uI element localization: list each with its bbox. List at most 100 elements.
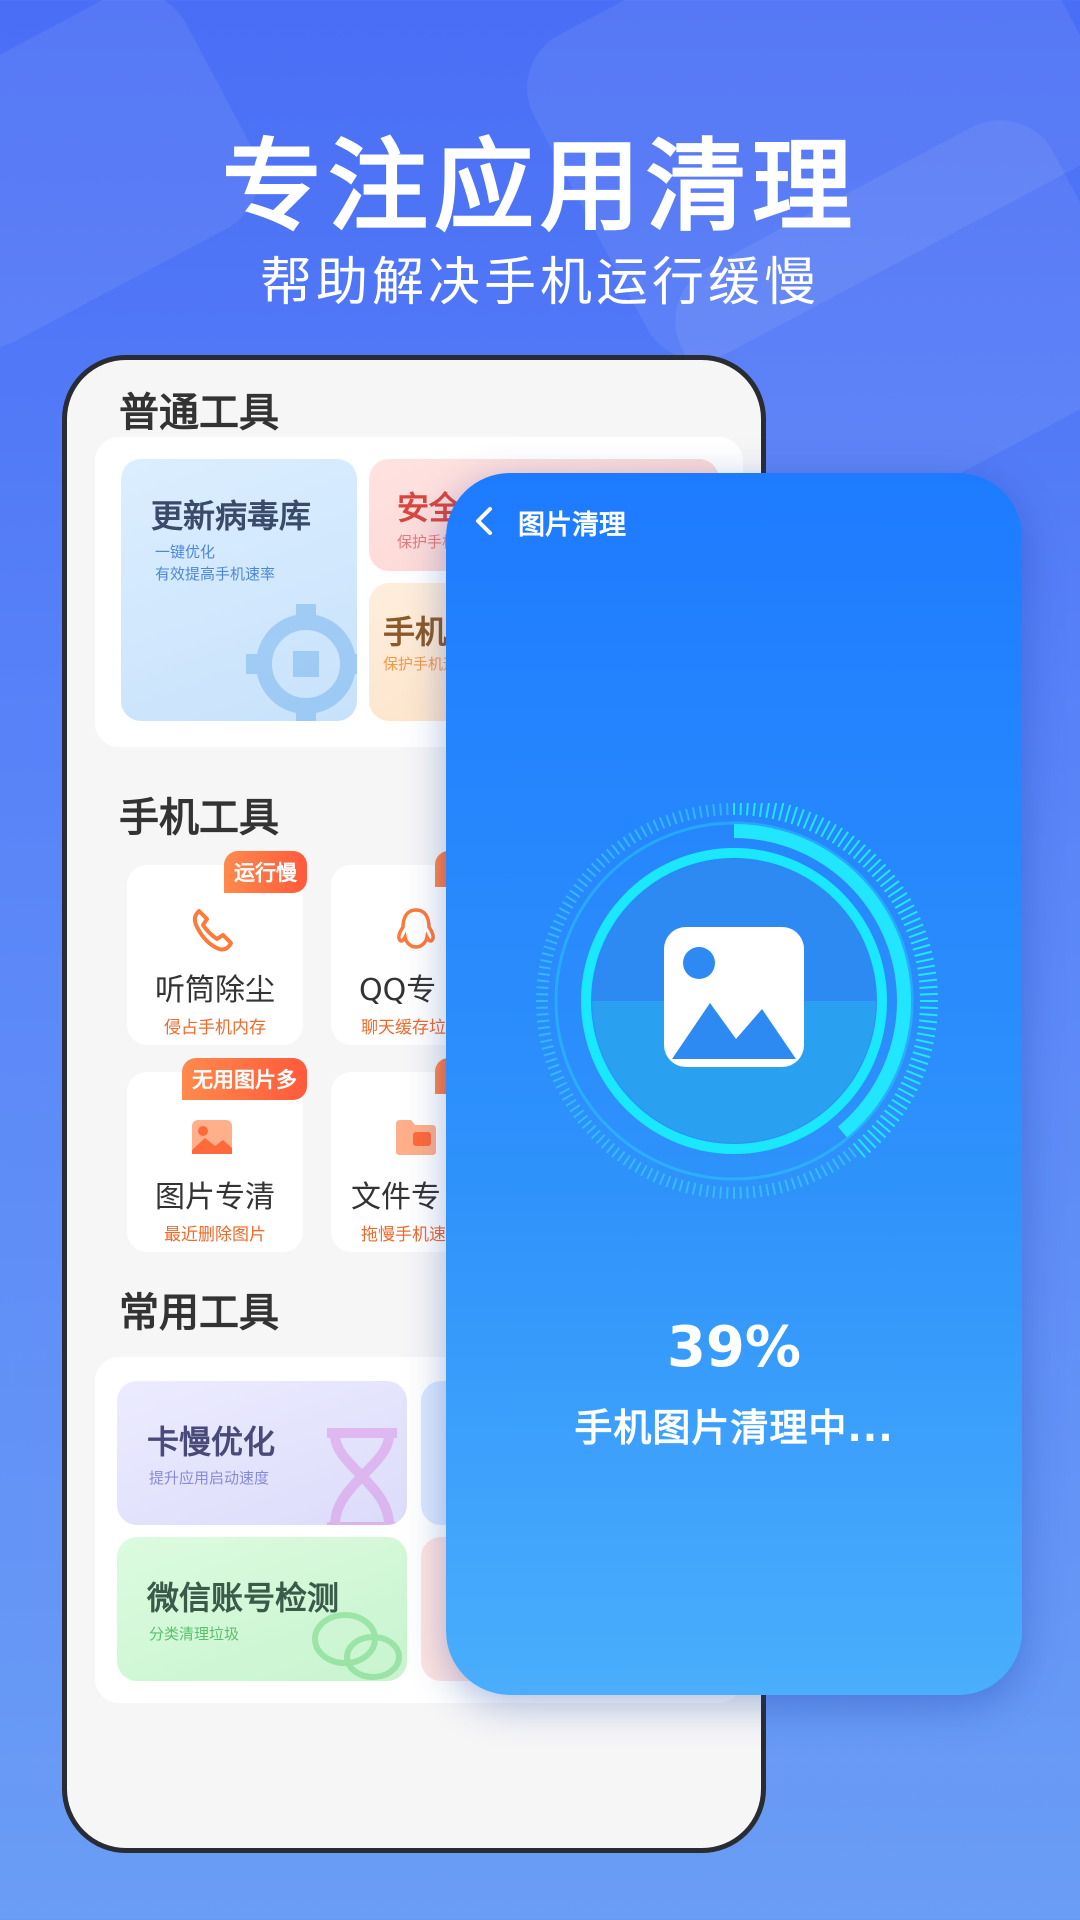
progress-tick (569, 1104, 581, 1113)
progress-tick (611, 1146, 621, 1158)
progress-tick (616, 1150, 626, 1162)
progress-tick (900, 1081, 918, 1092)
progress-tick (540, 958, 553, 964)
progress-tick (908, 930, 927, 939)
progress-tick (765, 803, 770, 818)
progress-tick (600, 853, 611, 864)
progress-percent: 39% (666, 1315, 802, 1380)
progress-tick (705, 804, 710, 817)
progress-tick (712, 1185, 716, 1199)
progress-tick (831, 1158, 840, 1170)
progress-tick (784, 1179, 790, 1192)
progress-tick (543, 945, 556, 951)
image-clean-tool[interactable]: 无用图片多 图片专清 最近删除图片 (127, 1058, 307, 1252)
progress-tick (778, 1181, 783, 1194)
progress-tick (545, 938, 558, 945)
status-badge: 运行慢 (224, 851, 307, 893)
progress-tick (900, 910, 918, 921)
progress-tick (826, 823, 837, 841)
progress-tick (712, 803, 716, 817)
progress-tick (622, 836, 631, 848)
progress-tick (558, 907, 571, 915)
earpiece-dust-tool[interactable]: 运行慢 听筒除尘 侵占手机内存 (127, 851, 307, 1045)
progress-tick (897, 1087, 915, 1098)
progress-tick (790, 1177, 797, 1190)
progress-tick (918, 1019, 937, 1024)
progress-tick (565, 895, 577, 904)
tool-subtitle: 侵占手机内存 (164, 1018, 266, 1038)
progress-tick (605, 848, 616, 860)
progress-status: 手机图片清理中... (574, 1406, 894, 1450)
overlay-title: 图片清理 (518, 510, 626, 541)
gear-icon (246, 604, 357, 721)
progress-tick (671, 1177, 678, 1190)
progress-tick (910, 937, 929, 945)
chevron-left-icon[interactable] (464, 501, 504, 541)
progress-tick (541, 1045, 554, 1050)
progress-tick (600, 1138, 611, 1149)
progress-tick (562, 1093, 574, 1101)
progress-tick (536, 1012, 549, 1016)
progress-tick (752, 803, 756, 817)
progress-tick (719, 803, 723, 816)
progress-tick (837, 1154, 846, 1166)
progress-tick (640, 825, 648, 838)
progress-tick (658, 1173, 666, 1185)
progress-tick (894, 898, 912, 909)
progress-tick (808, 814, 818, 832)
progress-tick (745, 1186, 749, 1199)
progress-tick (758, 803, 763, 817)
progress-tick (550, 925, 562, 933)
progress-tick (640, 1164, 648, 1177)
hero-subtitle: 帮助解决手机运行缓慢 (259, 253, 820, 313)
progress-tick (555, 1081, 568, 1089)
progress-tick (820, 1164, 828, 1177)
progress-tick (678, 1179, 684, 1192)
progress-tick (765, 1184, 770, 1197)
progress-tick (752, 1185, 756, 1199)
progress-tick (897, 904, 915, 915)
wechat-icon (312, 1612, 402, 1680)
progress-tick (541, 952, 554, 957)
progress-tick (590, 862, 601, 873)
progress-tick (537, 1025, 550, 1030)
progress-tick (536, 1019, 550, 1023)
progress-tick (771, 1182, 777, 1195)
progress-tick (586, 867, 597, 878)
progress-tick (771, 803, 778, 820)
progress-tick (903, 1075, 921, 1085)
progress-tick (917, 964, 936, 970)
progress-tick (910, 1057, 929, 1065)
progress-tick (917, 1032, 936, 1038)
progress-tick (595, 1134, 606, 1145)
tool-subtitle: 最近删除图片 (164, 1225, 266, 1245)
image-icon (664, 927, 804, 1067)
progress-tick (915, 957, 934, 964)
progress-tick (903, 917, 921, 927)
progress-tick (698, 805, 703, 818)
progress-tick (634, 1161, 642, 1173)
progress-tick (581, 872, 593, 883)
progress-tick (665, 1175, 672, 1188)
progress-tick (826, 1161, 834, 1173)
update-virus-db-card[interactable]: 更新病毒库 一键优化 有效提高手机速率 (121, 459, 357, 721)
wechat-account-check-card[interactable]: 微信账号检测 分类清理垃圾 (117, 1537, 407, 1681)
progress-tick (802, 1173, 810, 1185)
progress-tick (915, 1038, 934, 1045)
progress-tick (912, 943, 931, 951)
progress-tick (919, 1012, 938, 1017)
lag-optimize-card[interactable]: 卡慢优化 提升应用启动速度 (117, 1381, 407, 1525)
progress-tick (820, 820, 831, 838)
progress-tick (796, 1175, 803, 1188)
progress-tick (538, 1032, 551, 1037)
progress-tick (778, 803, 785, 821)
progress-tick (562, 901, 574, 909)
card-title: 更新病毒库 (151, 497, 312, 535)
progress-tick (918, 978, 937, 983)
progress-tick (671, 812, 678, 825)
progress-tick (569, 889, 581, 898)
hero-title: 专注应用清理 (222, 128, 858, 245)
progress-tick (891, 892, 908, 904)
progress-tick (652, 1170, 660, 1183)
card-subtitle: 一键优化 (155, 543, 216, 561)
